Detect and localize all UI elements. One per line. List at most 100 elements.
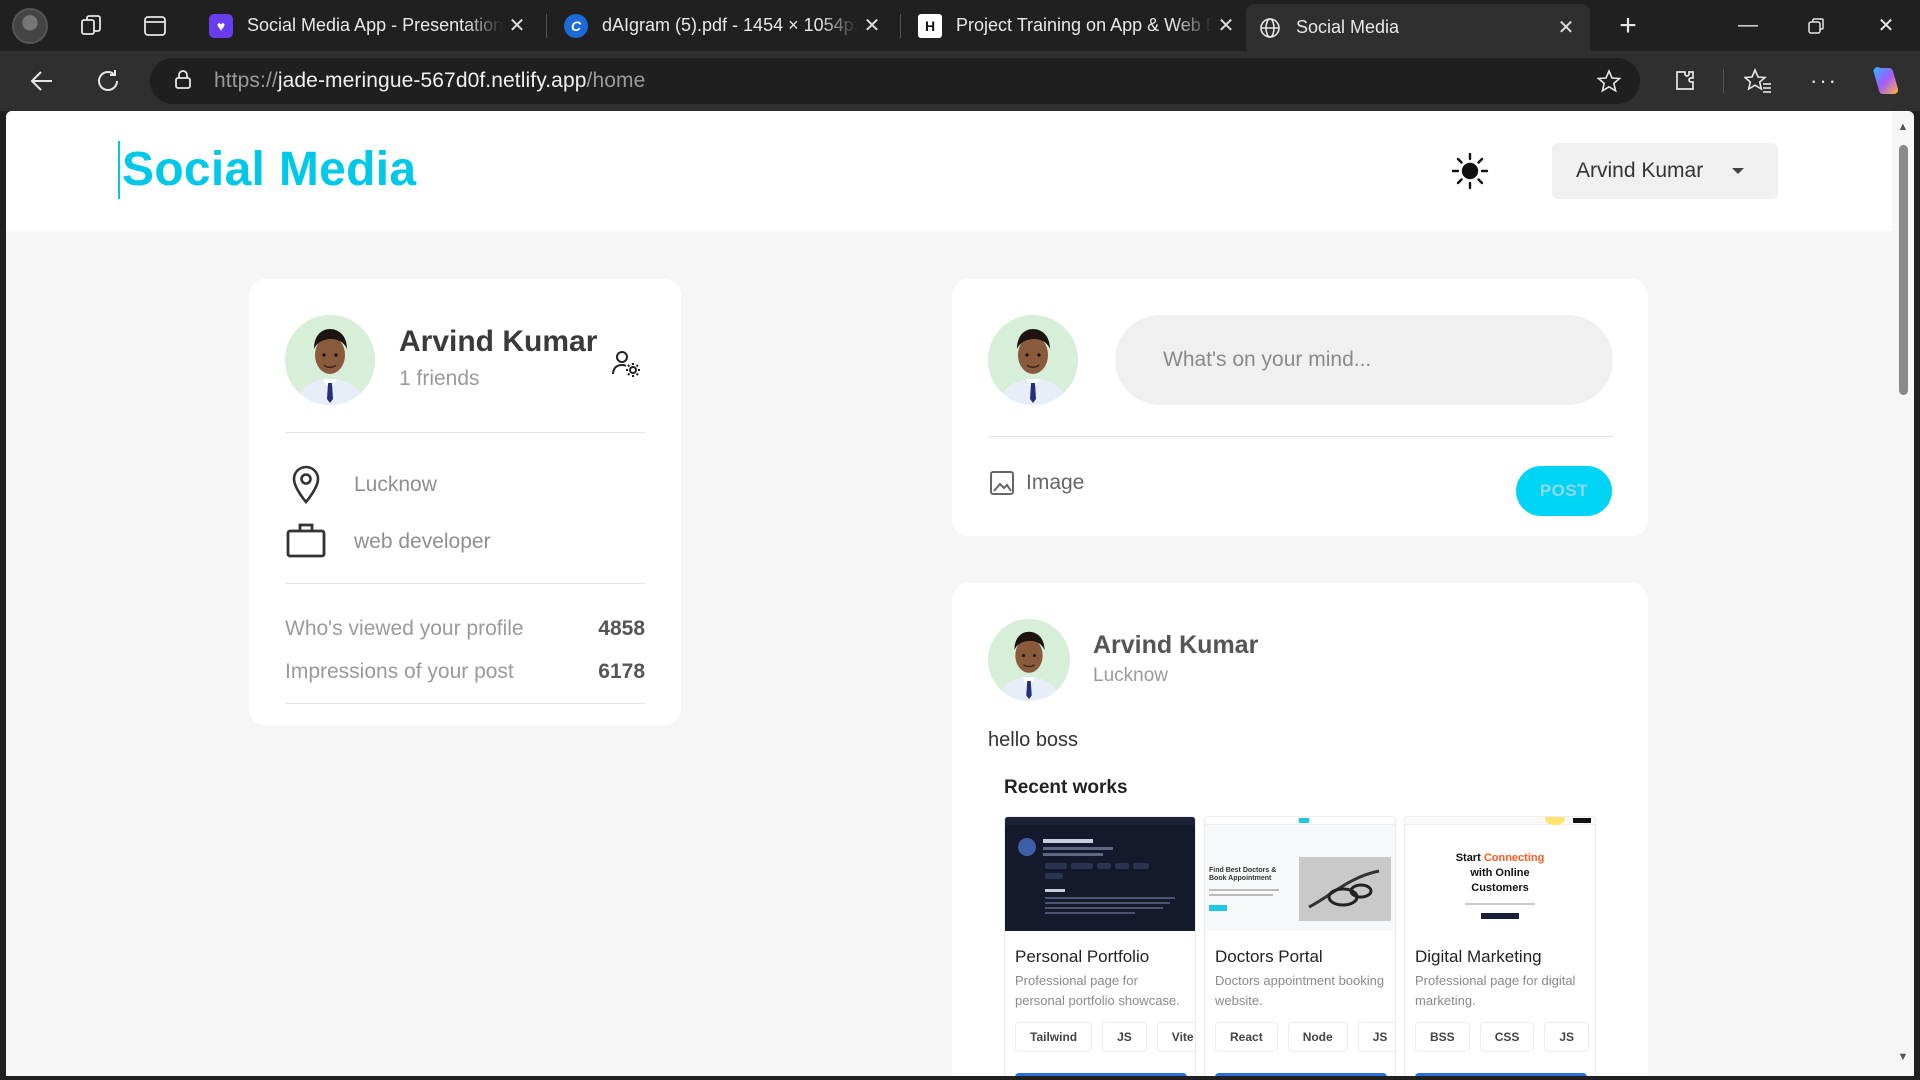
post-button[interactable]: POST — [1516, 466, 1612, 516]
work-card-marketing[interactable]: Start Connecting with Online Customers D… — [1404, 816, 1596, 1076]
tab-social-media[interactable]: Social Media ✕ — [1246, 4, 1590, 51]
post-author-name[interactable]: Arvind Kumar — [1093, 631, 1258, 660]
caret-down-icon — [1732, 168, 1744, 174]
avatar[interactable] — [988, 619, 1070, 701]
page-viewport: Social Media Arvind Kumar Arvind Kumar 1… — [6, 111, 1914, 1076]
url-field[interactable]: https://jade-meringue-567d0f.netlify.app… — [150, 58, 1640, 104]
tech-tag: JS — [1357, 1022, 1395, 1052]
favorites-icon[interactable] — [1740, 63, 1776, 99]
tab-label: Social Media App - Presentation — [247, 15, 503, 35]
work-card-doctors[interactable]: Find Best Doctors & Book Appointment Doc… — [1204, 816, 1396, 1076]
back-arrow-icon[interactable] — [24, 63, 60, 99]
location-pin-icon — [285, 463, 327, 505]
tech-tag: JS — [1544, 1022, 1590, 1052]
user-menu-select[interactable]: Arvind Kumar — [1552, 143, 1778, 199]
lock-icon[interactable] — [172, 68, 194, 95]
scroll-up-icon[interactable]: ▲ — [1897, 121, 1909, 133]
copilot-icon[interactable] — [1868, 63, 1904, 99]
stat-value-profile-views: 4858 — [598, 617, 645, 640]
scroll-down-icon[interactable]: ▼ — [1897, 1051, 1909, 1063]
work-description: Professional page for digital marketing. — [1415, 973, 1576, 1008]
url-text: https://jade-meringue-567d0f.netlify.app… — [214, 69, 645, 93]
favorite-star-icon[interactable] — [1596, 68, 1622, 99]
site-logo[interactable]: Social Media — [118, 141, 416, 199]
tech-tag: BSS — [1415, 1022, 1470, 1052]
extensions-icon[interactable] — [1667, 63, 1703, 99]
doctors-preview-image: Find Best Doctors & Book Appointment — [1205, 817, 1395, 931]
post-input[interactable]: What's on your mind... — [1115, 315, 1613, 405]
view-project-button[interactable] — [1015, 1073, 1187, 1076]
work-title: Digital Marketing — [1415, 947, 1542, 966]
tab-label: dAIgram (5).pdf - 1454 × 1054px — [602, 15, 858, 35]
url-path: /home — [586, 69, 646, 92]
divider — [285, 583, 645, 584]
browser-tab-bar: ♥ Social Media App - Presentation ✕ C dA… — [0, 0, 1920, 51]
profile-location: Lucknow — [354, 473, 437, 496]
work-description: Doctors appointment booking website. — [1215, 973, 1385, 1008]
minimize-icon[interactable]: — — [1718, 0, 1778, 51]
marketing-preview-line3: Customers — [1471, 882, 1529, 894]
tech-tag: JS — [1102, 1022, 1147, 1052]
tab-separator — [546, 14, 547, 38]
tab-actions-icon[interactable] — [139, 10, 171, 42]
doctors-preview-heading: Find Best Doctors & Book Appointment — [1209, 867, 1277, 882]
tech-tag: React — [1215, 1022, 1278, 1052]
tab-separator — [900, 14, 901, 38]
tech-tag: Node — [1287, 1022, 1348, 1052]
divider — [285, 703, 645, 704]
more-options-icon[interactable]: ··· — [1806, 63, 1842, 99]
manage-account-icon[interactable] — [611, 348, 641, 378]
tech-tag: Tailwind — [1015, 1022, 1093, 1052]
profile-occupation: web developer — [354, 530, 491, 553]
scrollbar-thumb[interactable] — [1899, 145, 1908, 395]
browser-profile-avatar[interactable] — [12, 8, 48, 44]
tab-label: Social Media — [1296, 17, 1400, 37]
add-image-button[interactable]: Image — [988, 469, 1084, 497]
close-icon[interactable]: ✕ — [503, 12, 531, 40]
tab-label: Project Training on App & Web De — [956, 15, 1212, 35]
stat-value-impressions: 6178 — [598, 660, 645, 683]
toolbar-separator — [1723, 69, 1724, 93]
url-scheme: https:// — [214, 69, 278, 92]
marketing-preview-highlight: Connecting — [1483, 852, 1545, 864]
workspaces-icon[interactable] — [76, 10, 108, 42]
work-description: Professional page for personal portfolio… — [1015, 973, 1180, 1008]
user-menu-label: Arvind Kumar — [1576, 159, 1704, 182]
close-icon[interactable]: ✕ — [858, 12, 886, 40]
work-card-portfolio[interactable]: Personal Portfolio Professional page for… — [1004, 816, 1196, 1076]
post-card: Arvind Kumar Lucknow hello boss Recent w… — [952, 583, 1648, 1076]
avatar[interactable] — [285, 315, 375, 405]
view-project-button[interactable] — [1215, 1073, 1387, 1076]
refresh-icon[interactable] — [90, 63, 126, 99]
new-tab-icon[interactable]: + — [1612, 9, 1644, 42]
profile-name[interactable]: Arvind Kumar — [399, 325, 597, 359]
url-host: jade-meringue-567d0f.netlify.app — [277, 69, 587, 92]
work-title: Personal Portfolio — [1015, 947, 1150, 966]
work-tags: React Node JS — [1215, 1022, 1395, 1052]
briefcase-icon — [285, 519, 327, 561]
presentation-icon: ♥ — [209, 13, 233, 38]
tab-project-training[interactable]: H Project Training on App & Web De ✕ — [906, 6, 1250, 45]
close-icon[interactable]: ✕ — [1552, 14, 1580, 42]
post-author-location: Lucknow — [1093, 665, 1168, 686]
view-project-button[interactable] — [1415, 1073, 1587, 1076]
close-icon[interactable]: ✕ — [1212, 12, 1240, 40]
pdf-viewer-icon: C — [564, 13, 588, 38]
marketing-preview-line2: with Online — [1470, 867, 1530, 879]
tab-pdf[interactable]: C dAIgram (5).pdf - 1454 × 1054px ✕ — [552, 6, 896, 45]
window-close-icon[interactable]: ✕ — [1856, 0, 1916, 51]
post-text: hello boss — [988, 729, 1079, 751]
portfolio-preview-image — [1005, 817, 1195, 931]
page-scrollbar[interactable]: ▲ ▼ — [1892, 111, 1914, 1076]
post-composer-card: What's on your mind... Image POST — [952, 279, 1648, 536]
marketing-preview-line1: Start — [1455, 852, 1484, 864]
add-image-label: Image — [1026, 471, 1085, 494]
avatar[interactable] — [988, 315, 1078, 405]
stat-label-profile-views: Who's viewed your profile — [285, 617, 524, 640]
divider — [988, 436, 1613, 437]
recent-works-title: Recent works — [1004, 777, 1128, 798]
tab-presentation[interactable]: ♥ Social Media App - Presentation ✕ — [197, 6, 541, 45]
light-mode-icon[interactable] — [1446, 147, 1494, 195]
restore-icon[interactable] — [1786, 0, 1846, 51]
divider — [285, 432, 645, 433]
